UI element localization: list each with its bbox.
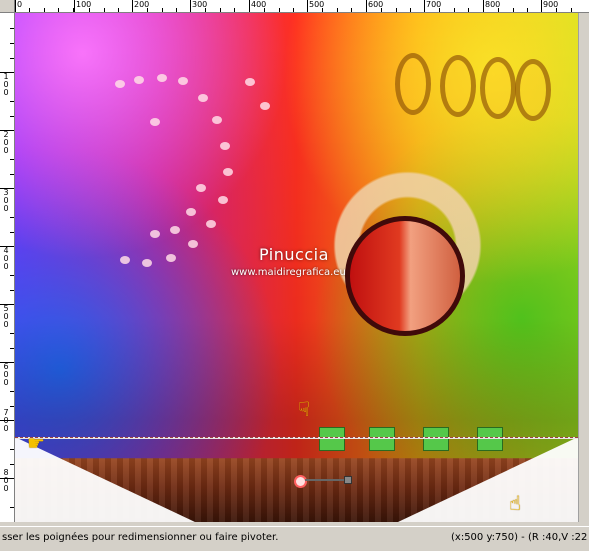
ruler-corner <box>0 0 15 12</box>
ruler-label: 4 0 0 <box>3 246 9 271</box>
pointing-hand-icon: ☝ <box>509 491 522 515</box>
ruler-label: 3 0 0 <box>3 188 9 213</box>
rotation-handle-end[interactable] <box>344 476 352 484</box>
ruler-label: 5 0 0 <box>3 304 9 329</box>
watermark-url: www.maidiregrafica.eu <box>231 267 346 278</box>
ruler-label: 2 0 0 <box>3 130 9 155</box>
horizontal-ruler: 0 100 200 300 400 500 600 700 800 900 <box>0 0 589 13</box>
watermark-title: Pinuccia <box>259 245 329 264</box>
rotation-handle-bar[interactable] <box>305 479 345 481</box>
pointing-hand-icon: ☟ <box>298 397 311 421</box>
image-canvas[interactable]: Pinuccia www.maidiregrafica.eu ☛ ☟ ☝ <box>15 13 578 522</box>
red-disc-shape <box>345 216 465 336</box>
perspective-guide-line[interactable] <box>15 437 578 439</box>
ruler-label: 6 0 0 <box>3 362 9 387</box>
vertical-ruler: 1 0 0 2 0 0 3 0 0 4 0 0 5 0 0 6 0 0 7 0 … <box>0 13 15 522</box>
floor-edge-right <box>398 437 578 522</box>
dot-spiral <box>110 58 270 298</box>
green-square <box>319 427 345 451</box>
status-coordinates: (x:500 y:750) - (R :40,V :22 <box>451 532 588 543</box>
ruler-label: 1 0 0 <box>3 72 9 97</box>
ring-ornament <box>395 53 431 115</box>
pointing-hand-icon: ☛ <box>27 431 45 455</box>
ruler-label: 8 0 0 <box>3 468 9 493</box>
green-square <box>369 427 395 451</box>
ruler-label: 0 <box>17 0 23 9</box>
right-scroll-strip[interactable] <box>578 13 589 522</box>
status-bar: sser les poignées pour redimensionner ou… <box>0 526 589 551</box>
ruler-label: 7 0 0 <box>3 408 9 433</box>
status-message: sser les poignées pour redimensionner ou… <box>2 532 279 543</box>
ring-ornament <box>440 55 476 117</box>
ring-ornament <box>480 57 516 119</box>
ring-ornament <box>515 59 551 121</box>
pick-handle-icon[interactable] <box>294 475 307 488</box>
